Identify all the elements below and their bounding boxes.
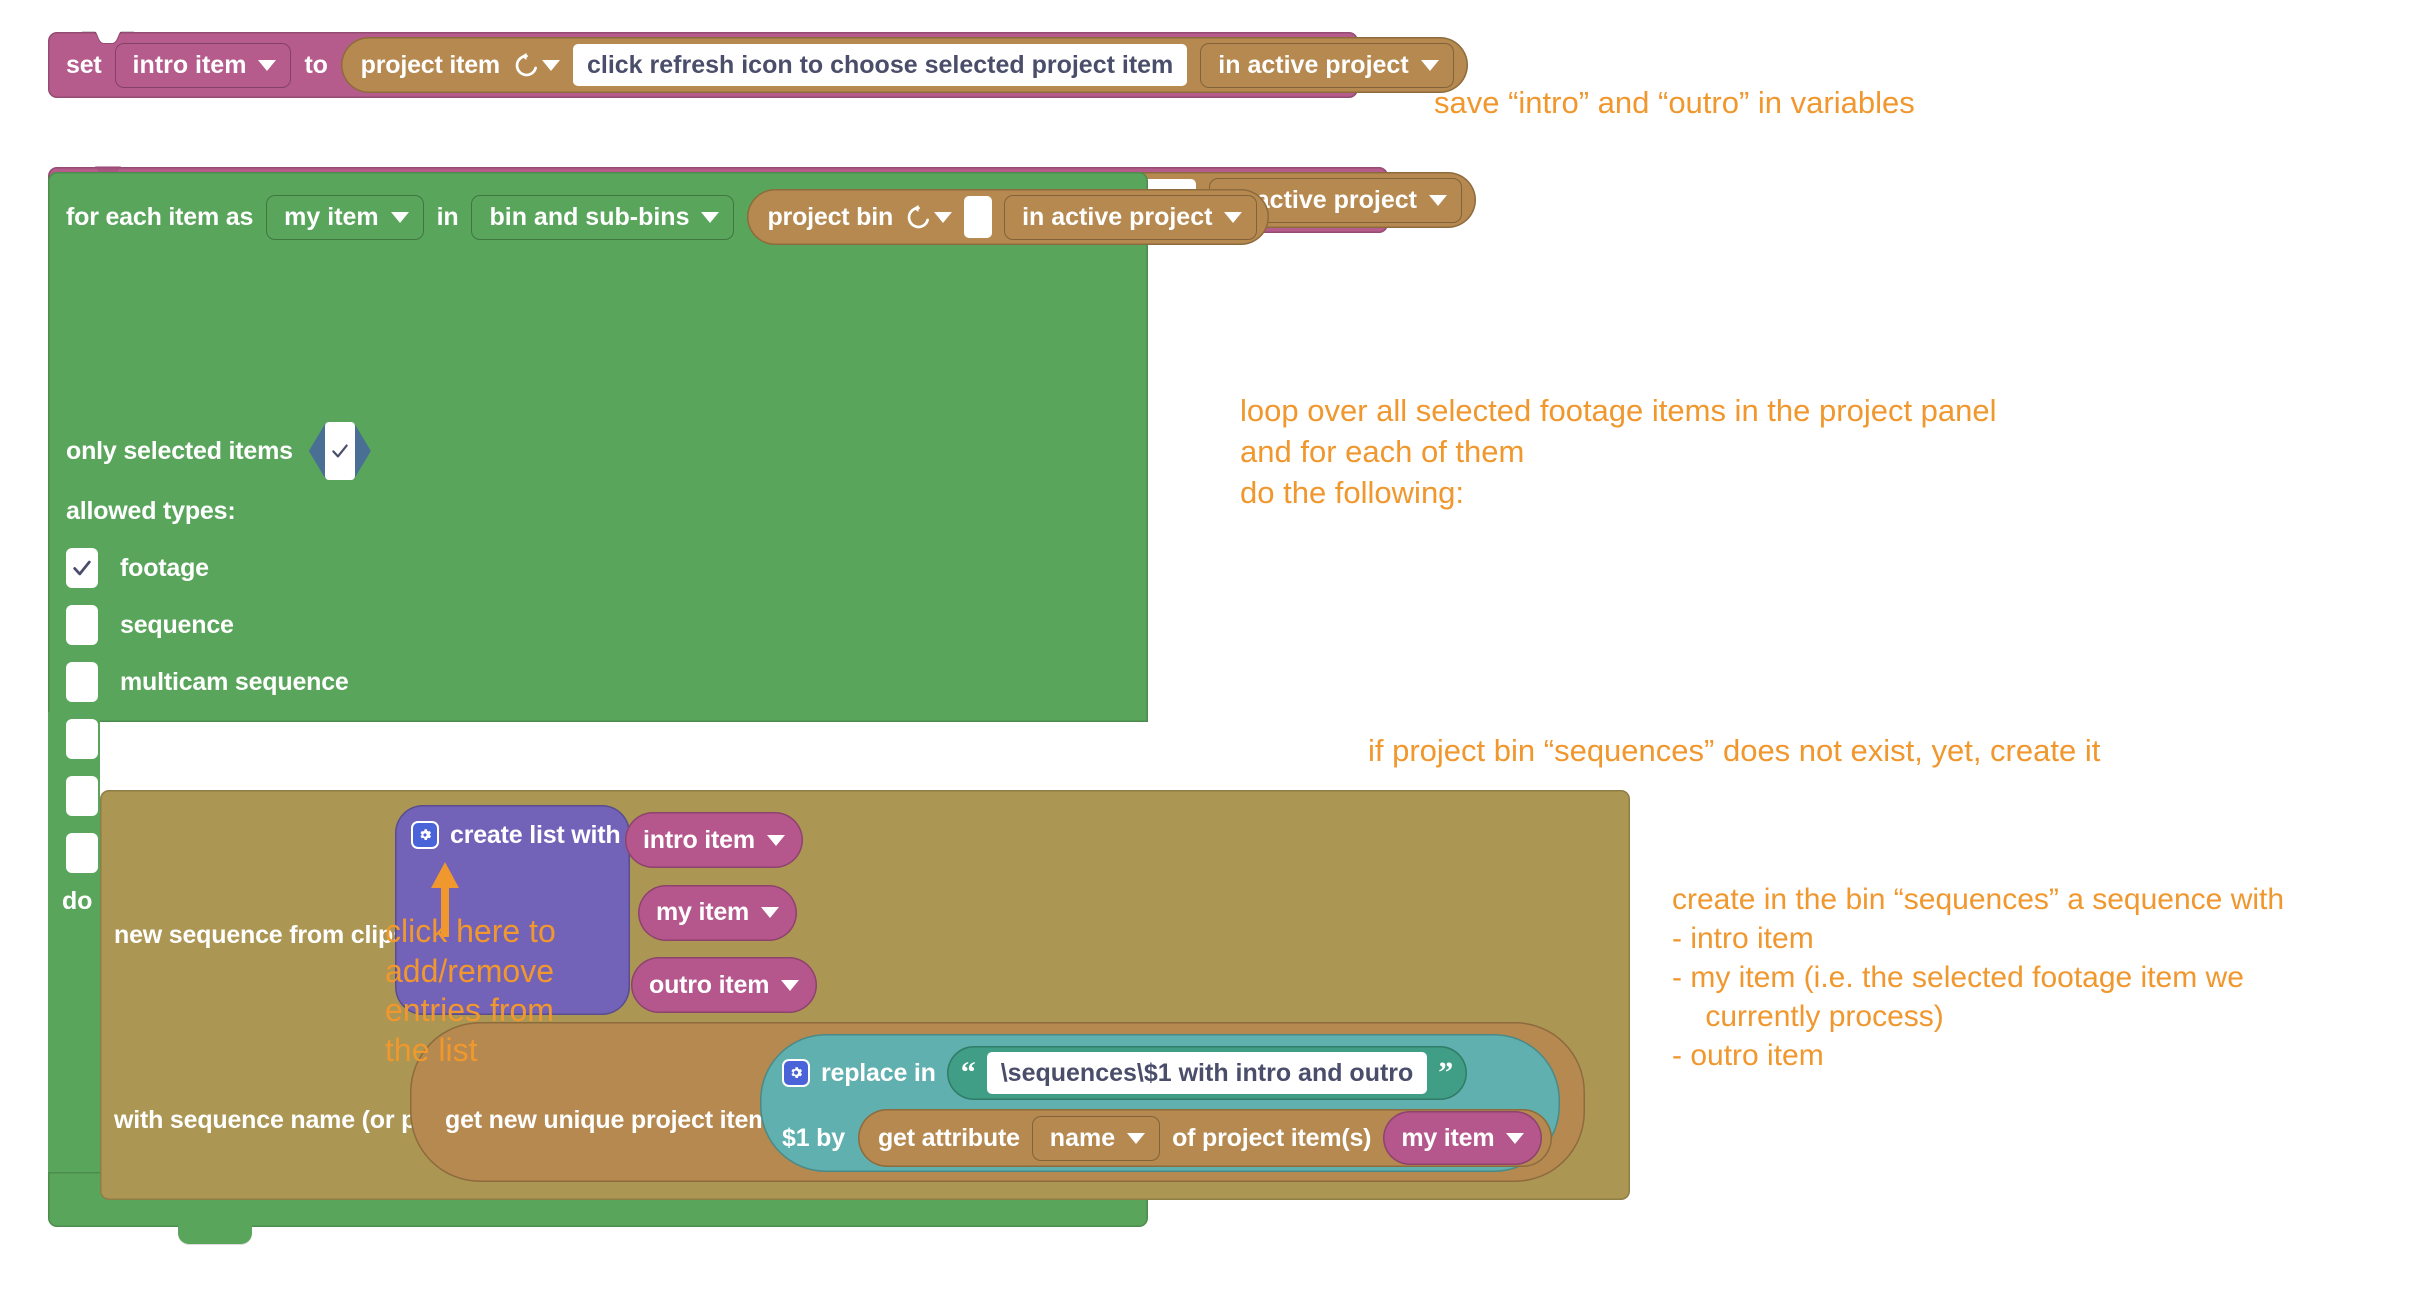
allowed-type-label: sequence — [120, 610, 234, 639]
replace-in-block[interactable]: replace in “ \sequences\$1 with intro an… — [760, 1034, 1560, 1172]
allowed-type-checkbox-bin[interactable] — [66, 776, 98, 816]
check-icon — [332, 444, 348, 458]
chevron-down-icon — [390, 211, 409, 223]
loop-variable-dropdown[interactable]: my item — [266, 194, 424, 240]
allowed-type-row-sequence[interactable]: sequence — [66, 605, 349, 645]
allowed-type-row-multicam-sequence[interactable]: multicam sequence — [66, 662, 349, 702]
for-each-prefix-label: for each item as — [66, 202, 254, 231]
intro-variable-dropdown[interactable]: intro item — [114, 42, 292, 88]
get-attribute-label: get attribute — [877, 1123, 1020, 1152]
allowed-type-checkbox-sequence[interactable] — [66, 605, 98, 645]
project-bin-input[interactable] — [964, 196, 993, 238]
in-label: in — [436, 202, 459, 231]
create-list-item-1[interactable]: intro item — [625, 812, 803, 868]
allowed-type-row-merged-clip[interactable]: merged clip — [66, 719, 349, 759]
allowed-type-label: merged clip — [120, 724, 259, 753]
block-notch-icon — [82, 31, 134, 44]
allowed-type-checkbox-other-files[interactable] — [66, 833, 98, 873]
annotation-create-bin: if project bin “sequences” does not exis… — [1368, 733, 2101, 768]
intro-variable-label: intro item — [132, 50, 247, 79]
loop-variable-label: my item — [284, 202, 379, 231]
scope-mode-label: bin and sub-bins — [489, 202, 690, 231]
create-list-item-label: outro item — [649, 970, 770, 999]
annotation-create-sequence: create in the bin “sequences” a sequence… — [1672, 883, 2285, 1072]
project-bin-scope-dropdown[interactable]: in active project — [1004, 194, 1258, 240]
annotation-loop-description: loop over all selected footage items in … — [1240, 393, 1997, 511]
intro-scope-label: in active project — [1218, 50, 1409, 79]
allowed-type-row-footage[interactable]: footage — [66, 548, 349, 588]
set-intro-item-block[interactable]: set intro item to project item click ref… — [48, 31, 1468, 98]
create-list-with-label: create list with — [450, 820, 621, 849]
only-selected-items-label: only selected items — [66, 436, 293, 465]
chevron-down-icon — [1428, 194, 1447, 206]
get-attribute-block[interactable]: get attribute name of project item(s) my… — [857, 1109, 1553, 1167]
allowed-type-checkbox-footage[interactable] — [66, 548, 98, 588]
project-item-reporter-intro[interactable]: project item click refresh icon to choos… — [340, 37, 1468, 93]
intro-scope-dropdown[interactable]: in active project — [1200, 42, 1454, 88]
replace-by-label: $1 by — [782, 1123, 845, 1152]
annotation-save-variables: save “intro” and “outro” in variables — [1434, 85, 1915, 120]
project-bin-scope-label: in active project — [1022, 202, 1213, 231]
chevron-down-icon — [934, 211, 953, 223]
attribute-label: name — [1049, 1123, 1116, 1152]
gear-mutator-icon[interactable] — [782, 1059, 810, 1087]
chevron-down-icon — [701, 211, 720, 223]
scope-mode-dropdown[interactable]: bin and sub-bins — [471, 194, 735, 240]
refresh-dropdown-icon[interactable] — [905, 204, 953, 231]
intro-project-item-input[interactable]: click refresh icon to choose selected pr… — [572, 43, 1188, 87]
checkbox-inner — [324, 422, 355, 480]
quote-close-icon: ” — [1438, 1056, 1454, 1089]
replace-in-label: replace in — [821, 1058, 936, 1087]
new-sequence-from-clips-label: new sequence from clips — [114, 921, 407, 949]
allowed-type-checkbox-multicam-sequence[interactable] — [66, 662, 98, 702]
attribute-target-label: my item — [1401, 1123, 1495, 1152]
project-bin-label: project bin — [767, 202, 894, 231]
project-item-label: project item — [360, 50, 501, 79]
create-list-item-3[interactable]: outro item — [631, 957, 818, 1013]
chevron-down-icon — [766, 834, 785, 846]
of-project-items-label: of project item(s) — [1172, 1123, 1372, 1152]
attribute-target-variable[interactable]: my item — [1383, 1111, 1543, 1165]
chevron-down-icon — [541, 59, 560, 71]
to-label: to — [304, 50, 328, 79]
create-list-item-label: intro item — [643, 825, 755, 854]
allowed-type-label: multicam sequence — [120, 667, 349, 696]
do-label: do — [62, 887, 93, 915]
new-sequence-from-clips-block[interactable]: new sequence from clips create list with… — [100, 790, 1630, 1200]
set-keyword-label: set — [66, 50, 102, 79]
only-selected-items-checkbox[interactable] — [308, 422, 371, 480]
chevron-down-icon — [761, 907, 780, 918]
allowed-type-checkbox-merged-clip[interactable] — [66, 719, 98, 759]
chevron-down-icon — [1224, 211, 1243, 223]
chevron-down-icon — [1420, 59, 1439, 71]
chevron-down-icon — [258, 59, 277, 71]
check-icon — [73, 560, 91, 576]
gear-mutator-icon[interactable] — [411, 821, 439, 849]
allowed-type-label: footage — [120, 553, 209, 582]
create-list-item-2[interactable]: my item — [638, 884, 798, 941]
create-list-item-label: my item — [656, 898, 750, 926]
quote-open-icon: “ — [960, 1056, 976, 1089]
refresh-dropdown-icon[interactable] — [513, 52, 560, 79]
replace-string-input[interactable]: \sequences\$1 with intro and outro — [986, 1051, 1428, 1095]
project-bin-reporter[interactable]: project bin in active project — [747, 189, 1270, 245]
chevron-down-icon — [1506, 1132, 1525, 1144]
replace-string-reporter[interactable]: “ \sequences\$1 with intro and outro ” — [946, 1046, 1468, 1100]
chevron-down-icon — [1127, 1132, 1146, 1144]
chevron-down-icon — [781, 979, 800, 991]
blockly-workspace[interactable]: set intro item to project item click ref… — [0, 0, 2420, 1290]
attribute-dropdown[interactable]: name — [1031, 1115, 1161, 1161]
allowed-types-label: allowed types: — [66, 497, 236, 525]
gear-callout-text: click here to add/remove entries from th… — [385, 913, 556, 1069]
